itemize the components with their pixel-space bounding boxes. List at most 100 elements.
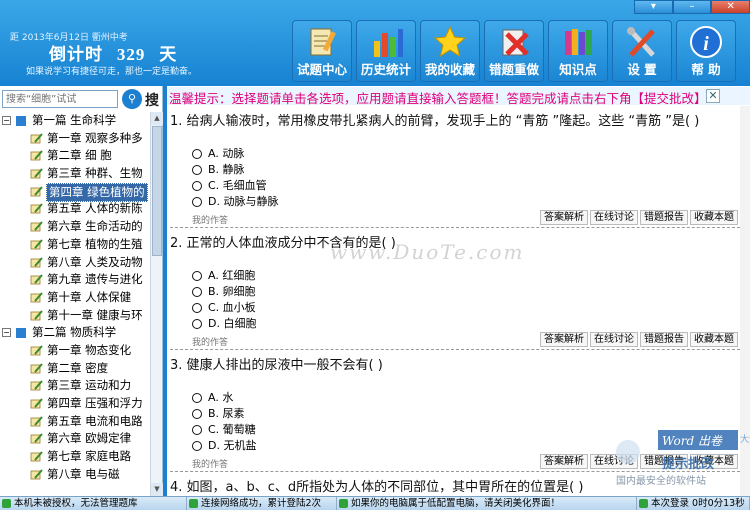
answer-option[interactable]: B. 卵细胞: [170, 284, 740, 300]
tree-label: 第十一章 健康与环: [47, 307, 143, 322]
my-answer-label: 我的作答: [192, 216, 229, 226]
nav-help[interactable]: i 帮 助: [676, 20, 736, 82]
nav-settings[interactable]: 设 置: [612, 20, 672, 82]
error-report-button[interactable]: 错题报告: [640, 332, 688, 347]
question-footer: 我的作答 答案解析 在线讨论 错题报告 收藏本题: [170, 332, 740, 349]
radio-icon[interactable]: [192, 319, 202, 329]
pencil-icon: [30, 416, 43, 427]
tree-chapter[interactable]: 第四章 绿色植物的: [0, 182, 150, 203]
answer-option[interactable]: A. 动脉: [170, 146, 740, 162]
my-answer-label: 我的作答: [192, 460, 229, 470]
tree-chapter[interactable]: 第五章 电流和电路: [0, 413, 150, 431]
pencil-icon: [30, 150, 43, 161]
books-icon: [565, 29, 592, 55]
tree-label: 第二章 密度: [47, 360, 109, 375]
radio-icon[interactable]: [192, 303, 202, 313]
radio-icon[interactable]: [192, 165, 202, 175]
option-label: D. 无机盐: [208, 439, 257, 452]
tree-chapter[interactable]: 第十一章 健康与环: [0, 307, 150, 325]
svg-text:大全: 大全: [740, 433, 750, 445]
collapse-icon[interactable]: −: [2, 116, 11, 125]
option-label: B. 静脉: [208, 163, 245, 176]
answer-option[interactable]: A. 水: [170, 390, 740, 406]
radio-icon[interactable]: [192, 287, 202, 297]
answer-option[interactable]: C. 毛细血管: [170, 178, 740, 194]
answer-option[interactable]: D. 动脉与静脉: [170, 194, 740, 210]
tree-chapter[interactable]: 第五章 人体的新陈: [0, 200, 150, 218]
tree-chapter[interactable]: 第六章 欧姆定律: [0, 430, 150, 448]
tree-chapter[interactable]: 第八章 电与磁: [0, 466, 150, 484]
favorite-question-button[interactable]: 收藏本题: [690, 210, 738, 225]
tree-chapter[interactable]: 第六章 生命活动的: [0, 218, 150, 236]
scroll-down-arrow[interactable]: ▼: [151, 483, 163, 496]
radio-icon[interactable]: [192, 149, 202, 159]
option-label: C. 毛细血管: [208, 179, 267, 192]
minimize-button[interactable]: –: [672, 0, 712, 14]
radio-icon[interactable]: [192, 181, 202, 191]
answer-option[interactable]: C. 血小板: [170, 300, 740, 316]
tree-part[interactable]: − 第一篇 生命科学: [0, 112, 150, 130]
my-answer-label: 我的作答: [192, 338, 229, 348]
tree-chapter[interactable]: 第七章 家庭电路: [0, 448, 150, 466]
tree-chapter[interactable]: 第三章 运动和力: [0, 377, 150, 395]
answer-option[interactable]: B. 尿素: [170, 406, 740, 422]
answer-option[interactable]: A. 红细胞: [170, 268, 740, 284]
close-window-button[interactable]: ✕: [711, 0, 750, 14]
search-input[interactable]: [2, 90, 118, 108]
tree-chapter[interactable]: 第十章 人体保健: [0, 289, 150, 307]
tree-chapter[interactable]: 第一章 观察多种多: [0, 130, 150, 148]
tree-chapter[interactable]: 第九章 遗传与进化: [0, 271, 150, 289]
radio-icon[interactable]: [192, 441, 202, 451]
scrollbar-thumb[interactable]: [152, 126, 162, 256]
close-icon[interactable]: ✕: [706, 89, 720, 103]
question-title: 3. 健康人排出的尿液中一般不会有( ): [170, 358, 383, 373]
nav-redo-wrong[interactable]: 错题重做: [484, 20, 544, 82]
error-report-button[interactable]: 错题报告: [640, 210, 688, 225]
radio-icon[interactable]: [192, 425, 202, 435]
radio-icon[interactable]: [192, 409, 202, 419]
scroll-up-arrow[interactable]: ▲: [151, 112, 163, 125]
book-icon: [16, 116, 26, 126]
question-title: 1. 给病人输液时，常用橡皮带扎紧病人的前臂，发现手上的 “青筋 ”隆起。这些 …: [170, 114, 700, 129]
answer-analysis-button[interactable]: 答案解析: [540, 332, 588, 347]
chapter-sidebar: ⚲ 搜 − 第一篇 生命科学第一章 观察多种多第二章 细 胞第三章 种群、生物第四…: [0, 86, 163, 496]
nav-question-center[interactable]: 试题中心: [292, 20, 352, 82]
option-label: A. 水: [208, 391, 234, 404]
tree-chapter[interactable]: 第四章 压强和浮力: [0, 395, 150, 413]
tree-part[interactable]: − 第二篇 物质科学: [0, 324, 150, 342]
pencil-icon: [30, 433, 43, 444]
nav-my-favorites[interactable]: 我的收藏: [420, 20, 480, 82]
bar-chart-icon: [374, 29, 403, 57]
answer-option[interactable]: B. 静脉: [170, 162, 740, 178]
question-footer: 我的作答 答案解析 在线讨论 错题报告 收藏本题: [170, 210, 740, 227]
star-icon: [433, 25, 467, 58]
radio-icon[interactable]: [192, 271, 202, 281]
sidebar-scrollbar[interactable]: ▲ ▼: [150, 112, 163, 496]
nav-history-stats[interactable]: 历史统计: [356, 20, 416, 82]
answer-analysis-button[interactable]: 答案解析: [540, 210, 588, 225]
answer-option[interactable]: D. 白细胞: [170, 316, 740, 332]
tree-label: 第十章 人体保健: [47, 289, 132, 304]
radio-icon[interactable]: [192, 393, 202, 403]
tree-chapter[interactable]: 第七章 植物的生殖: [0, 236, 150, 254]
search-label[interactable]: 搜: [145, 90, 159, 110]
favorite-question-button[interactable]: 收藏本题: [690, 332, 738, 347]
pencil-icon: [30, 469, 43, 480]
answer-analysis-button[interactable]: 答案解析: [540, 454, 588, 469]
search-icon[interactable]: ⚲: [122, 89, 142, 109]
pane-splitter[interactable]: [163, 86, 167, 496]
collapse-icon[interactable]: −: [2, 328, 11, 338]
online-discussion-button[interactable]: 在线讨论: [590, 210, 638, 225]
pencil-icon: [30, 274, 43, 285]
dropdown-button[interactable]: ▾: [634, 0, 673, 14]
online-discussion-button[interactable]: 在线讨论: [590, 332, 638, 347]
nav-knowledge[interactable]: 知识点: [548, 20, 608, 82]
radio-icon[interactable]: [192, 197, 202, 207]
tree-chapter[interactable]: 第三章 种群、生物: [0, 165, 150, 183]
tree-chapter[interactable]: 第二章 细 胞: [0, 147, 150, 165]
tree-chapter[interactable]: 第一章 物态变化: [0, 342, 150, 360]
tree-label: 第三章 种群、生物: [47, 166, 143, 181]
tree-chapter[interactable]: 第八章 人类及动物: [0, 254, 150, 272]
pencil-icon: [30, 451, 43, 462]
tree-chapter[interactable]: 第二章 密度: [0, 360, 150, 378]
